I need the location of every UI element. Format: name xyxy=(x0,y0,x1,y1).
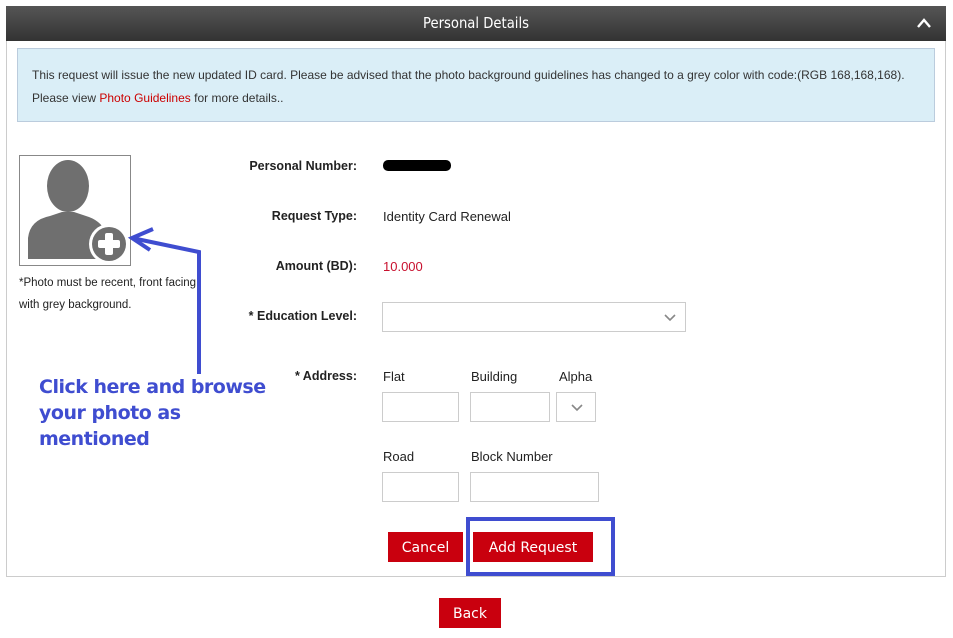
road-input[interactable] xyxy=(382,472,459,502)
education-level-label: * Education Level: xyxy=(248,309,357,323)
flat-input[interactable] xyxy=(382,392,459,422)
block-number-label: Block Number xyxy=(471,449,553,464)
notice-text-end: for more details.. xyxy=(190,91,284,105)
personal-number-value-redacted xyxy=(383,160,451,171)
flat-label: Flat xyxy=(383,369,405,384)
building-input[interactable] xyxy=(470,392,550,422)
back-button[interactable]: Back xyxy=(439,598,501,628)
amount-label: Amount (BD): xyxy=(275,259,357,273)
cancel-button[interactable]: Cancel xyxy=(388,532,463,562)
add-request-highlight-box xyxy=(466,517,615,576)
block-number-input[interactable] xyxy=(470,472,599,502)
annotation-text: Click here and browse your photo as ment… xyxy=(39,376,266,450)
chevron-up-icon[interactable] xyxy=(916,16,932,30)
panel-header[interactable]: Personal Details xyxy=(6,6,946,41)
chevron-down-icon xyxy=(571,404,583,412)
notice-box: This request will issue the new updated … xyxy=(17,48,935,122)
alpha-label: Alpha xyxy=(559,369,593,384)
building-label: Building xyxy=(471,369,518,384)
photo-guidelines-link[interactable]: Photo Guidelines xyxy=(99,91,190,105)
add-photo-avatar-icon[interactable] xyxy=(20,156,130,265)
personal-number-label: Personal Number: xyxy=(249,159,357,173)
photo-note: *Photo must be recent, front facing with… xyxy=(19,277,197,311)
chevron-down-icon xyxy=(664,314,676,322)
amount-value: 10.000 xyxy=(383,259,423,274)
road-label: Road xyxy=(383,449,415,464)
request-type-label: Request Type: xyxy=(271,209,357,223)
education-level-select[interactable] xyxy=(382,302,686,332)
photo-upload[interactable] xyxy=(19,155,131,266)
alpha-select[interactable] xyxy=(556,392,596,422)
panel-title: Personal Details xyxy=(422,14,530,32)
request-type-value: Identity Card Renewal xyxy=(383,209,511,224)
